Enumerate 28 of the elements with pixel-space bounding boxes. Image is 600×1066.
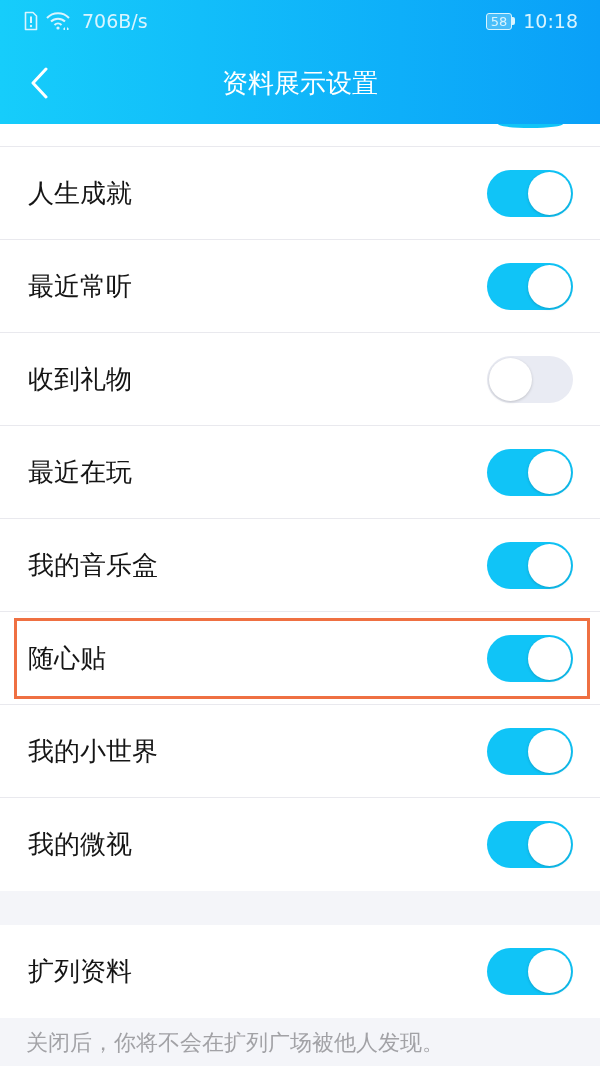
battery-indicator: 58 bbox=[485, 12, 513, 30]
clock-time: 10:18 bbox=[523, 8, 578, 34]
footnote-text: 关闭后，你将不会在扩列广场被他人发现。 bbox=[25, 1029, 445, 1057]
toggle-switch[interactable] bbox=[487, 355, 573, 403]
wifi-icon bbox=[46, 12, 70, 30]
toggle-switch[interactable] bbox=[487, 948, 573, 995]
setting-label: 人生成就 bbox=[28, 176, 132, 210]
toggle-switch[interactable] bbox=[487, 448, 573, 496]
toggle-switch[interactable] bbox=[487, 169, 573, 217]
setting-label: 我的音乐盒 bbox=[28, 548, 158, 582]
page-title: 资料展示设置 bbox=[222, 66, 378, 100]
setting-label: 我的小世界 bbox=[28, 734, 158, 768]
battery-tip-icon bbox=[512, 17, 516, 25]
setting-label: 最近常听 bbox=[28, 269, 132, 303]
setting-label: 随心贴 bbox=[28, 641, 106, 675]
setting-label: 收到礼物 bbox=[28, 362, 132, 396]
network-speed: 706B/s bbox=[82, 8, 148, 34]
toggle-switch[interactable] bbox=[487, 541, 573, 589]
toggle-switch[interactable] bbox=[487, 821, 573, 868]
toggle-switch[interactable] bbox=[498, 124, 563, 128]
toggle-switch[interactable] bbox=[487, 262, 573, 310]
back-icon bbox=[30, 67, 48, 99]
setting-label: 扩列资料 bbox=[28, 955, 132, 988]
setting-label: 我的微视 bbox=[28, 828, 132, 861]
setting-label: 最近在玩 bbox=[28, 455, 132, 489]
toggle-switch[interactable] bbox=[487, 727, 573, 775]
sim-alert-icon bbox=[24, 11, 38, 31]
toggle-switch[interactable] bbox=[487, 634, 573, 682]
